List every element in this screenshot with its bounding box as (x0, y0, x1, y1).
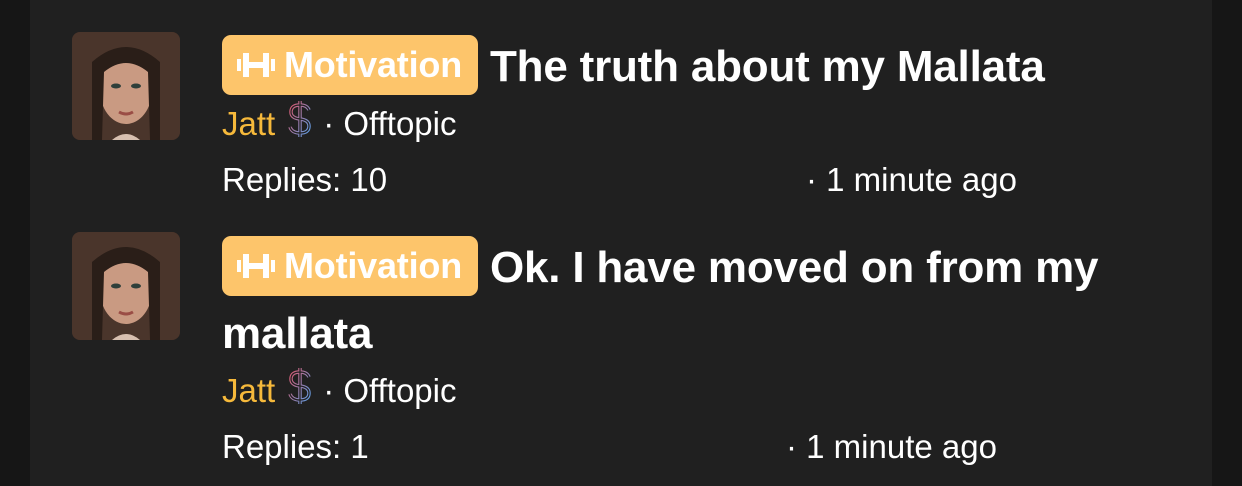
thread-title-line[interactable]: Motivation Ok. I have moved on from my m… (222, 235, 1152, 367)
prefix-badge[interactable]: Motivation (222, 35, 478, 96)
thread-meta: Jatt · Offtopic (222, 100, 1182, 148)
last-post-time[interactable]: · 1 minute ago (786, 425, 997, 469)
replies-count: Replies: 10 (222, 161, 388, 198)
replies-count: Replies: 1 (222, 428, 369, 465)
avatar[interactable] (72, 32, 180, 140)
dumbbell-icon (237, 53, 275, 78)
thread-row[interactable]: Motivation The truth about my Mallata Ja… (30, 0, 1212, 210)
thread-content: Motivation Ok. I have moved on from my m… (222, 235, 1182, 469)
prefix-badge[interactable]: Motivation (222, 236, 478, 297)
last-post-time[interactable]: · 1 minute ago (806, 158, 1017, 202)
thread-list-panel: Motivation The truth about my Mallata Ja… (30, 0, 1212, 486)
author-link[interactable]: Jatt (222, 102, 275, 146)
forum-link[interactable]: · Offtopic (323, 102, 456, 146)
thread-stats: Replies: 1 · 1 minute ago (222, 425, 1182, 469)
author-link[interactable]: Jatt (222, 369, 275, 413)
thread-stats: Replies: 10 · 1 minute ago (222, 158, 1182, 202)
thread-row[interactable]: Motivation Ok. I have moved on from my m… (30, 210, 1212, 486)
dollar-icon (285, 98, 315, 151)
dollar-icon (285, 365, 315, 418)
badge-label: Motivation (284, 44, 462, 86)
thread-content: Motivation The truth about my Mallata Ja… (222, 34, 1182, 202)
thread-title-line[interactable]: Motivation The truth about my Mallata (222, 34, 1182, 100)
thread-meta: Jatt · Offtopic (222, 367, 1182, 415)
dumbbell-icon (237, 254, 275, 279)
avatar[interactable] (72, 232, 180, 340)
thread-title[interactable]: The truth about my Mallata (490, 42, 1045, 91)
forum-link[interactable]: · Offtopic (323, 369, 456, 413)
badge-label: Motivation (284, 245, 462, 287)
